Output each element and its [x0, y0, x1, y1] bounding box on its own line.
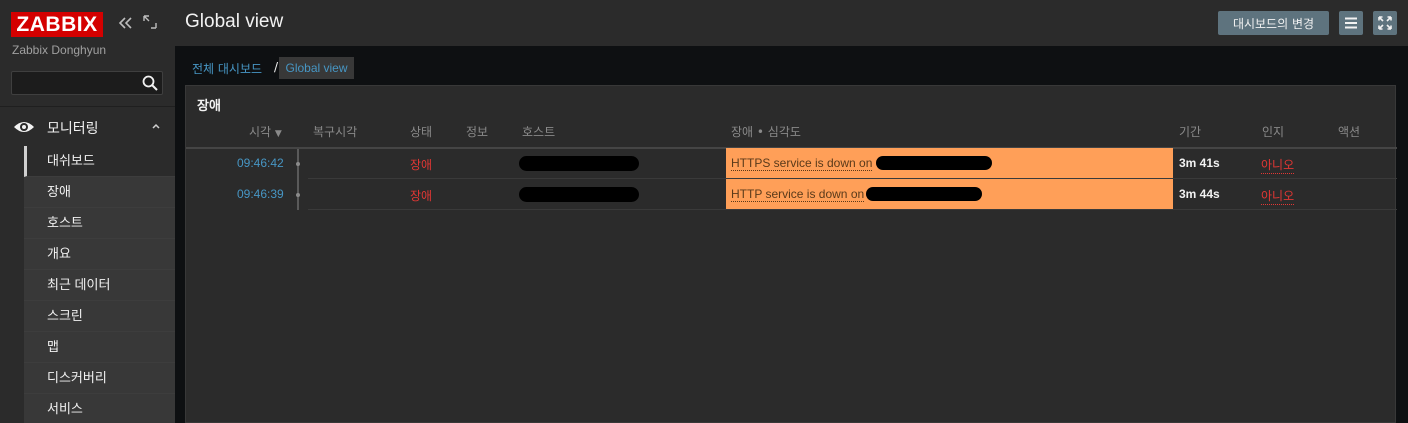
- page-title: Global view: [185, 11, 284, 32]
- timeline-dot: [296, 193, 300, 197]
- problem-cell-average[interactable]: HTTP service is down on: [726, 179, 1173, 210]
- row-duration: 3m 44s: [1179, 187, 1220, 201]
- problems-widget: 장애 시각 ▼ 복구시각 상태 정보 호스트 장애 • 심각도 기간 인지 액션…: [185, 85, 1397, 423]
- sidebar-item-discovery[interactable]: 디스커버리: [24, 363, 175, 394]
- row-time-link[interactable]: 09:46:42: [237, 156, 284, 170]
- timeline-line: [297, 149, 299, 210]
- column-header-duration: 기간: [1179, 125, 1202, 139]
- sidebar-item-services[interactable]: 서비스: [24, 394, 175, 423]
- chevron-up-icon: [151, 120, 161, 133]
- eye-icon: [13, 118, 35, 136]
- monitoring-submenu: 대쉬보드 장애 호스트 개요 최근 데이터 스크린 맵 디스커버리 서비스: [24, 146, 175, 423]
- sidebar-item-maps[interactable]: 맵: [24, 332, 175, 363]
- menu-button[interactable]: [1339, 11, 1363, 35]
- row-ack-link[interactable]: 아니오: [1261, 187, 1295, 205]
- row-problem-link[interactable]: HTTPS service is down on: [731, 156, 873, 171]
- redacted-problem-target: [876, 156, 992, 170]
- column-header-status: 상태: [410, 125, 433, 139]
- row-status: 장애: [410, 189, 433, 203]
- server-name: Zabbix Donghyun: [12, 43, 107, 57]
- column-header-actions: 액션: [1338, 125, 1361, 139]
- sort-desc-icon: ▼: [274, 129, 282, 139]
- widget-title: 장애: [197, 99, 221, 114]
- menu-icon: [1345, 17, 1357, 29]
- collapse-sidebar-icon[interactable]: [118, 14, 134, 32]
- kiosk-mode-icon[interactable]: [143, 15, 157, 29]
- column-header-recovery-time: 복구시각: [313, 125, 358, 139]
- timeline-dot: [296, 162, 300, 166]
- breadcrumb-current[interactable]: Global view: [279, 57, 354, 79]
- sidebar-item-latest-data[interactable]: 최근 데이터: [24, 270, 175, 301]
- row-divider: [308, 209, 1397, 210]
- redacted-host: [519, 187, 639, 202]
- row-problem-link[interactable]: HTTP service is down on: [731, 187, 865, 202]
- sidebar-item-hosts[interactable]: 호스트: [24, 208, 175, 239]
- row-ack-link[interactable]: 아니오: [1261, 156, 1295, 174]
- row-status: 장애: [410, 158, 433, 172]
- column-header-time[interactable]: 시각 ▼: [249, 123, 282, 140]
- sidebar-item-screens[interactable]: 스크린: [24, 301, 175, 332]
- breadcrumb-all-dashboards[interactable]: 전체 대시보드: [192, 60, 262, 77]
- page-header: Global view 대시보드의 변경: [175, 0, 1408, 46]
- menu-section-monitoring[interactable]: 모니터링: [0, 110, 175, 146]
- redacted-problem-target: [866, 187, 982, 201]
- sidebar-item-problems[interactable]: 장애: [24, 177, 175, 208]
- menu-section-label: 모니터링: [47, 120, 99, 136]
- row-duration: 3m 41s: [1179, 156, 1220, 170]
- sidebar-item-dashboard[interactable]: 대쉬보드: [24, 146, 175, 177]
- fullscreen-button[interactable]: [1373, 11, 1397, 35]
- sidebar: ZABBIX Zabbix Donghyun 모니터링 대쉬보드 장애 호스트 …: [0, 0, 175, 423]
- column-header-ack: 인지: [1262, 125, 1285, 139]
- edit-dashboard-button[interactable]: 대시보드의 변경: [1218, 11, 1329, 35]
- column-header-info: 정보: [466, 125, 489, 139]
- column-header-problem-severity: 장애 • 심각도: [731, 125, 801, 139]
- problem-cell-average[interactable]: HTTPS service is down on: [726, 148, 1173, 179]
- zabbix-logo[interactable]: ZABBIX: [11, 12, 103, 37]
- search-icon[interactable]: [141, 74, 159, 92]
- column-header-host: 호스트: [522, 125, 556, 139]
- redacted-host: [519, 156, 639, 171]
- sidebar-item-overview[interactable]: 개요: [24, 239, 175, 270]
- breadcrumb-separator: /: [274, 60, 279, 74]
- row-time-link[interactable]: 09:46:39: [237, 187, 284, 201]
- fullscreen-icon: [1378, 16, 1392, 30]
- sidebar-divider: [0, 106, 175, 107]
